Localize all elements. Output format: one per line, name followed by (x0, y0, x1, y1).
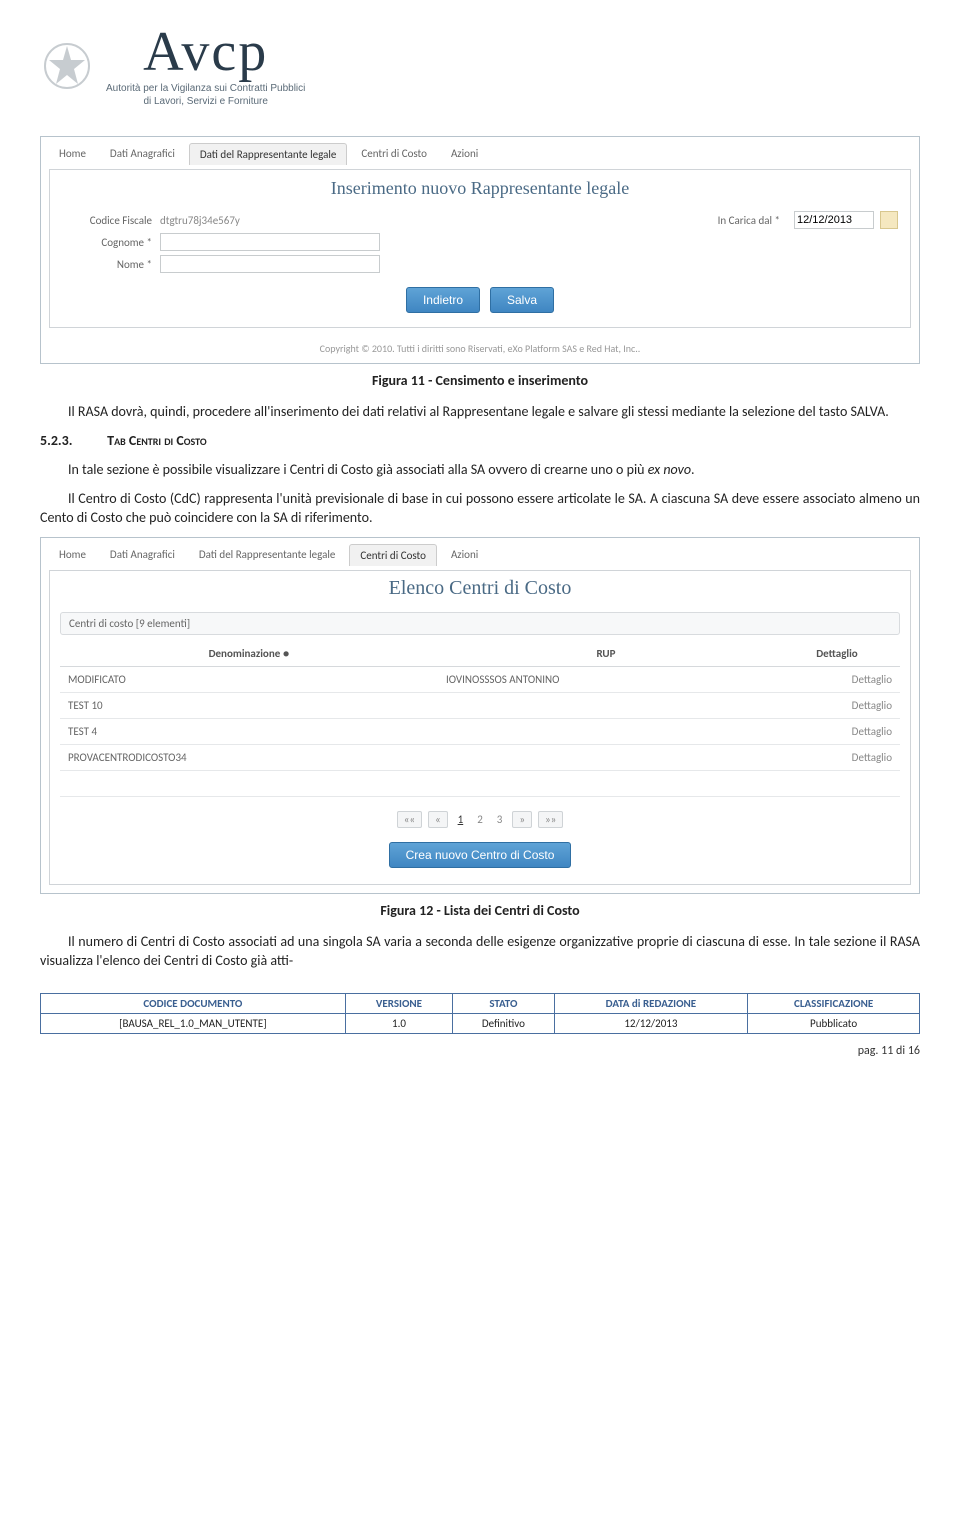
brand-subtitle: Autorità per la Vigilanza sui Contratti … (106, 82, 305, 108)
pager-page-1[interactable]: 1 (454, 813, 468, 826)
centri-table: Denominazione ● RUP Dettaglio MODIFICATO… (60, 641, 900, 797)
screenshot-insert-form: Home Dati Anagrafici Dati del Rappresent… (40, 136, 920, 364)
ft-h-data: DATA di REDAZIONE (554, 994, 748, 1014)
copyright-text: Copyright © 2010. Tutti i diritti sono R… (41, 336, 919, 363)
tab2-dati-anagrafici[interactable]: Dati Anagrafici (100, 544, 185, 566)
label-cognome: Cognome * (62, 236, 152, 249)
pagination: «« « 1 2 3 » »» (50, 797, 910, 838)
ft-h-classif: CLASSIFICAZIONE (748, 994, 920, 1014)
pager-page-3[interactable]: 3 (493, 813, 507, 826)
tab-centri-di-costo[interactable]: Centri di Costo (351, 143, 437, 165)
dettaglio-link[interactable]: Dettaglio (774, 667, 900, 693)
tab2-centri-di-costo[interactable]: Centri di Costo (349, 544, 437, 566)
brand-logo: Avcp (143, 24, 268, 80)
table-row: TEST 4 Dettaglio (60, 719, 900, 745)
doc-header: Avcp Autorità per la Vigilanza sui Contr… (40, 24, 920, 126)
ft-v-data: 12/12/2013 (554, 1014, 748, 1034)
cell-rup (438, 719, 774, 745)
para2-italic: ex novo (648, 461, 691, 478)
table-row (60, 771, 900, 797)
count-badge: Centri di costo [9 elementi] (60, 612, 900, 635)
list-panel: Elenco Centri di Costo Centri di costo [… (49, 570, 911, 885)
input-in-carica-dal[interactable] (794, 211, 874, 229)
calendar-icon[interactable] (880, 211, 898, 229)
input-nome[interactable] (160, 255, 380, 273)
ft-h-stato: STATO (453, 994, 554, 1014)
cell-denom: TEST 10 (60, 693, 438, 719)
tabs-row: Home Dati Anagrafici Dati del Rappresent… (41, 137, 919, 165)
pager-last[interactable]: »» (538, 811, 563, 828)
table-row: MODIFICATO IOVINOSSSOS ANTONINO Dettagli… (60, 667, 900, 693)
tab-dati-anagrafici[interactable]: Dati Anagrafici (100, 143, 185, 165)
ft-v-stato: Definitivo (453, 1014, 554, 1034)
pager-page-2[interactable]: 2 (473, 813, 487, 826)
pager-first[interactable]: «« (397, 811, 422, 828)
crea-nuovo-centro-button[interactable]: Crea nuovo Centro di Costo (389, 842, 572, 868)
section-number: 5.2.3. (40, 432, 104, 451)
form-title: Inserimento nuovo Rappresentante legale (50, 170, 910, 209)
para-section-intro: In tale sezione è possibile visualizzare… (40, 461, 920, 480)
dettaglio-link[interactable]: Dettaglio (774, 693, 900, 719)
cell-denom: TEST 4 (60, 719, 438, 745)
brand-sub-line2: di Lavori, Servizi e Forniture (143, 96, 268, 107)
para-rasa-salva: Il RASA dovrà, quindi, procedere all'ins… (40, 403, 920, 422)
value-codice-fiscale: dtgtru78j34e567y (160, 214, 240, 227)
ft-h-versione: VERSIONE (345, 994, 452, 1014)
section-title: Tab Centri di Costo (107, 432, 206, 449)
dettaglio-link[interactable]: Dettaglio (774, 745, 900, 771)
tab2-rappresentante-legale[interactable]: Dati del Rappresentante legale (189, 544, 346, 566)
pager-prev[interactable]: « (428, 811, 448, 828)
para-cdc-desc: Il Centro di Costo (CdC) rappresenta l'u… (40, 490, 920, 528)
tab2-home[interactable]: Home (49, 544, 96, 566)
para2-part-c: . (691, 461, 695, 478)
list-title: Elenco Centri di Costo (50, 571, 910, 612)
col-denominazione[interactable]: Denominazione ● (60, 641, 438, 667)
table-row: PROVACENTRODICOSTO34 Dettaglio (60, 745, 900, 771)
label-in-carica: In Carica dal * (718, 214, 780, 227)
screenshot-elenco-centri: Home Dati Anagrafici Dati del Rappresent… (40, 537, 920, 894)
col-dettaglio: Dettaglio (774, 641, 900, 667)
footer-table: CODICE DOCUMENTO VERSIONE STATO DATA di … (40, 993, 920, 1034)
input-cognome[interactable] (160, 233, 380, 251)
form-panel: Inserimento nuovo Rappresentante legale … (49, 169, 911, 328)
tab-home[interactable]: Home (49, 143, 96, 165)
section-heading: 5.2.3. Tab Centri di Costo (40, 432, 920, 451)
para-numero-centri: Il numero di Centri di Costo associati a… (40, 933, 920, 971)
pager-next[interactable]: » (512, 811, 532, 828)
cell-denom: MODIFICATO (60, 667, 438, 693)
indietro-button[interactable]: Indietro (406, 287, 480, 313)
label-nome: Nome * (62, 258, 152, 271)
para2-part-a: In tale sezione è possibile visualizzare… (68, 461, 648, 478)
tab-azioni[interactable]: Azioni (441, 143, 488, 165)
figure-12-caption: Figura 12 - Lista dei Centri di Costo (40, 902, 920, 919)
ft-v-versione: 1.0 (345, 1014, 452, 1034)
tab2-azioni[interactable]: Azioni (441, 544, 488, 566)
salva-button[interactable]: Salva (490, 287, 554, 313)
cell-rup (438, 745, 774, 771)
brand-block: Avcp Autorità per la Vigilanza sui Contr… (106, 24, 305, 108)
col-rup[interactable]: RUP (438, 641, 774, 667)
row-codice-fiscale: Codice Fiscale dtgtru78j34e567y In Caric… (50, 209, 910, 231)
cell-rup: IOVINOSSSOS ANTONINO (438, 667, 774, 693)
ft-v-classif: Pubblicato (748, 1014, 920, 1034)
ft-h-codice: CODICE DOCUMENTO (41, 994, 346, 1014)
figure-11-caption: Figura 11 - Censimento e inserimento (40, 372, 920, 389)
tab-rappresentante-legale[interactable]: Dati del Rappresentante legale (189, 143, 348, 165)
tabs-row-2: Home Dati Anagrafici Dati del Rappresent… (41, 538, 919, 566)
table-row: TEST 10 Dettaglio (60, 693, 900, 719)
dettaglio-link[interactable]: Dettaglio (774, 719, 900, 745)
ft-v-codice: [BAUSA_REL_1.0_MAN_UTENTE] (41, 1014, 346, 1034)
cell-rup (438, 693, 774, 719)
emblem-icon (40, 39, 94, 93)
brand-sub-line1: Autorità per la Vigilanza sui Contratti … (106, 83, 305, 94)
cell-denom: PROVACENTRODICOSTO34 (60, 745, 438, 771)
page-number: pag. 11 di 16 (40, 1044, 920, 1058)
label-codice-fiscale: Codice Fiscale (62, 214, 152, 227)
